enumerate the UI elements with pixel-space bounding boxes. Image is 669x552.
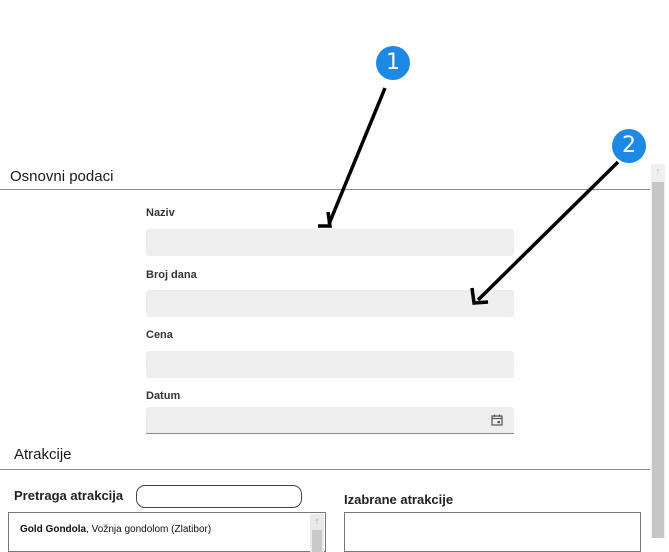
arrow-1-head bbox=[318, 211, 333, 228]
arrow-1 bbox=[327, 87, 387, 225]
arrow-2 bbox=[476, 160, 620, 302]
callout-badge-1: 1 bbox=[376, 46, 410, 80]
annotation-arrows bbox=[318, 87, 620, 305]
callout-badge-2: 2 bbox=[612, 129, 646, 163]
